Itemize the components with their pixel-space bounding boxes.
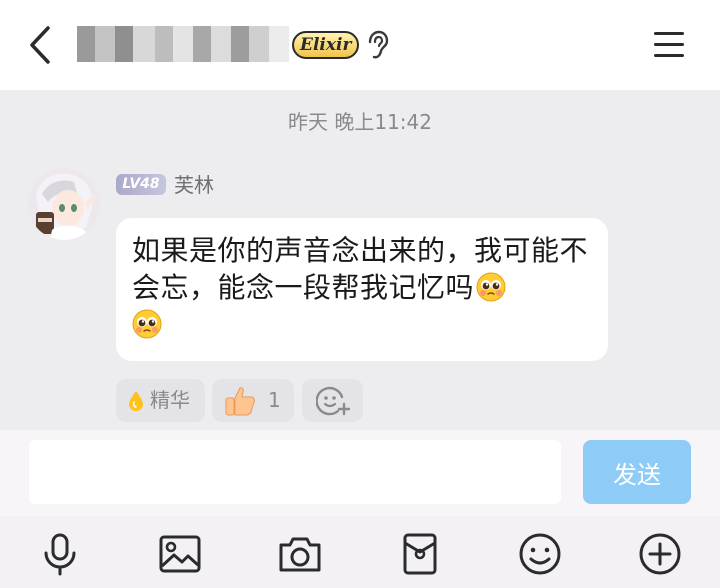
sender-name[interactable]: 芙林	[174, 172, 214, 198]
chat-header: Elixir	[0, 0, 720, 90]
message-input[interactable]	[29, 440, 561, 504]
like-reaction-button[interactable]: 1	[212, 379, 294, 422]
image-icon[interactable]	[156, 530, 204, 578]
featured-reaction-button[interactable]: 精华	[116, 379, 205, 422]
pleading-face-icon	[132, 309, 162, 339]
level-badge: LV48	[116, 174, 166, 195]
microphone-icon[interactable]	[36, 530, 84, 578]
red-packet-icon[interactable]	[396, 530, 444, 578]
back-button[interactable]	[22, 24, 58, 66]
thumbs-up-icon	[225, 387, 255, 416]
member-badge: Elixir	[292, 31, 360, 59]
add-reaction-button[interactable]	[302, 379, 363, 422]
contact-name-blurred[interactable]	[77, 22, 289, 66]
sender-avatar[interactable]	[28, 168, 100, 240]
menu-button[interactable]	[650, 26, 688, 64]
drop-icon	[129, 391, 143, 411]
add-emoji-icon	[316, 386, 350, 416]
message-timestamp: 昨天 晚上11:42	[288, 110, 432, 134]
camera-icon[interactable]	[276, 530, 324, 578]
add-icon[interactable]	[636, 530, 684, 578]
pleading-face-icon	[476, 272, 506, 302]
bottom-toolbar	[0, 516, 720, 588]
featured-label: 精华	[150, 388, 190, 412]
ear-icon[interactable]	[365, 30, 389, 60]
like-count: 1	[268, 388, 281, 412]
message-text-block: 如果是你的声音念出来的，我可能不会忘，能念一段帮我记忆吗	[132, 232, 592, 343]
send-button[interactable]: 发送	[583, 440, 691, 504]
message-bubble[interactable]: 如果是你的声音念出来的，我可能不会忘，能念一段帮我记忆吗	[116, 218, 608, 361]
message-text: 如果是你的声音念出来的，我可能不会忘，能念一段帮我记忆吗	[132, 234, 589, 304]
chevron-left-icon	[30, 26, 50, 64]
composer-bar: 发送	[0, 430, 720, 516]
emoji-icon[interactable]	[516, 530, 564, 578]
